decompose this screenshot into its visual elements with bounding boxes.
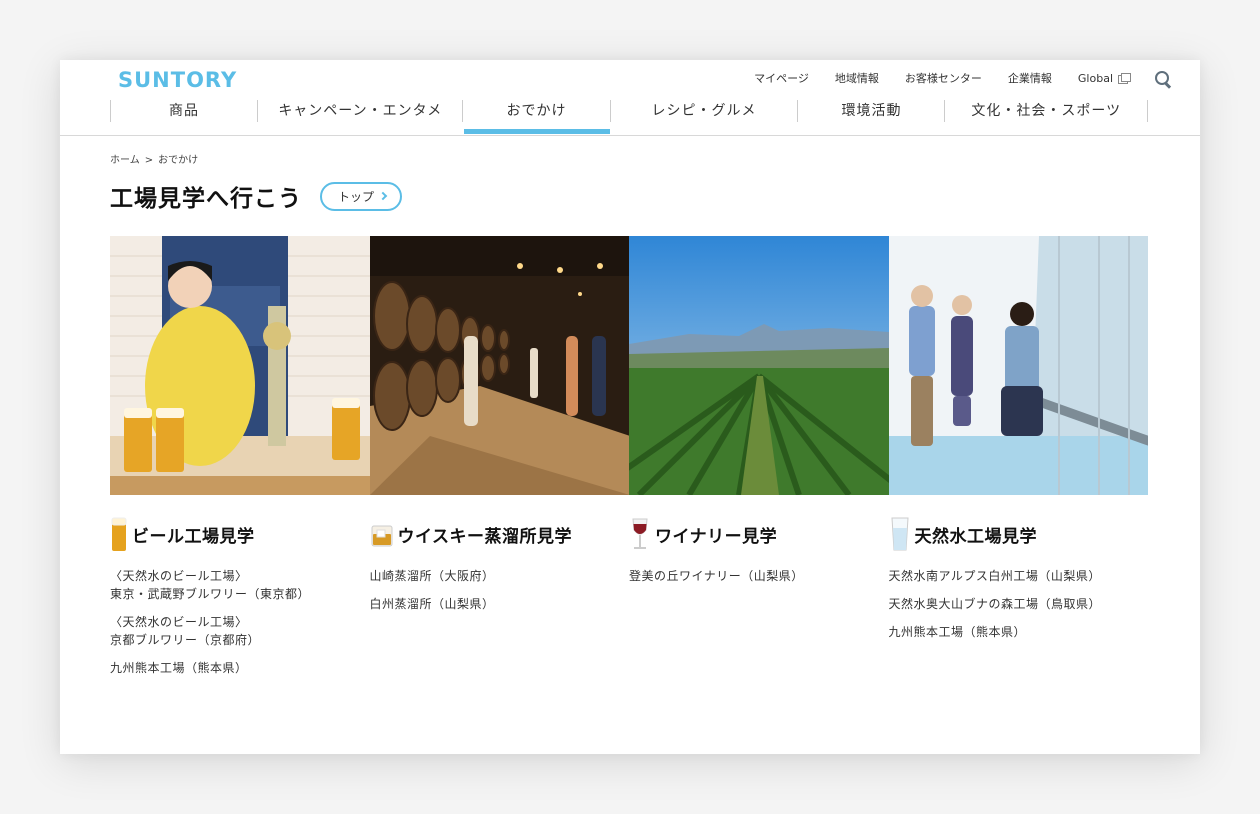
util-link-region[interactable]: 地域情報 (835, 72, 879, 86)
card-beer-links: 〈天然水のビール工場〉 東京・武蔵野ブルワリー（東京都） 〈天然水のビール工場〉… (110, 567, 370, 677)
link-kyoto-brewery[interactable]: 〈天然水のビール工場〉 京都ブルワリー（京都府） (110, 613, 370, 649)
card-beer: ビール工場見学 〈天然水のビール工場〉 東京・武蔵野ブルワリー（東京都） 〈天然… (110, 236, 370, 687)
nav-item-campaign[interactable]: キャンペーン・エンタメ (257, 100, 462, 122)
top-button-label: トップ (338, 189, 375, 204)
link-line: 九州熊本工場（熊本県） (110, 661, 248, 675)
water-glass-icon (889, 516, 911, 552)
factory-tour-cards: ビール工場見学 〈天然水のビール工場〉 東京・武蔵野ブルワリー（東京都） 〈天然… (110, 236, 1148, 687)
link-line: 九州熊本工場（熊本県） (888, 625, 1027, 639)
breadcrumb-home[interactable]: ホーム (110, 155, 140, 166)
page-title: 工場見学へ行こう (110, 186, 302, 212)
link-line: 京都ブルワリー（京都府） (110, 633, 261, 647)
link-hakushu-distillery[interactable]: 白州蒸溜所（山梨県） (370, 595, 630, 613)
wine-glass-icon (629, 516, 651, 552)
beer-factory-photo[interactable] (110, 236, 370, 495)
chevron-right-icon (378, 191, 388, 201)
whisky-glass-icon (370, 516, 394, 552)
card-beer-title: ビール工場見学 (132, 526, 255, 547)
link-line: 東京・武蔵野ブルワリー（東京都） (110, 587, 311, 601)
util-link-corporate[interactable]: 企業情報 (1008, 72, 1052, 86)
util-link-mypage[interactable]: マイページ (754, 72, 809, 86)
card-winery-links: 登美の丘ワイナリー（山梨県） (629, 567, 889, 585)
link-yamazaki-distillery[interactable]: 山崎蒸溜所（大阪府） (370, 567, 630, 585)
link-musashino-brewery[interactable]: 〈天然水のビール工場〉 東京・武蔵野ブルワリー（東京都） (110, 567, 370, 603)
link-line: 白州蒸溜所（山梨県） (369, 597, 495, 611)
whisky-distillery-photo[interactable] (369, 236, 629, 495)
link-line: 山崎蒸溜所（大阪府） (369, 569, 495, 583)
site-header: SUNTORY マイページ 地域情報 お客様センター 企業情報 Global 商… (60, 60, 1200, 136)
nav-item-environment[interactable]: 環境活動 (797, 100, 944, 122)
suntory-logo[interactable]: SUNTORY (118, 68, 237, 92)
card-water-title: 天然水工場見学 (914, 526, 1037, 547)
link-minami-alps-factory[interactable]: 天然水南アルプス白州工場（山梨県） (889, 567, 1149, 585)
water-factory-photo[interactable] (888, 236, 1148, 495)
card-whisky-links: 山崎蒸溜所（大阪府） 白州蒸溜所（山梨県） (370, 567, 630, 613)
card-whisky: ウイスキー蒸溜所見学 山崎蒸溜所（大阪府） 白州蒸溜所（山梨県） (369, 236, 630, 687)
nav-item-recipe[interactable]: レシピ・グルメ (609, 100, 798, 122)
breadcrumb-separator: > (144, 155, 154, 166)
link-line: 〈天然水のビール工場〉 (110, 615, 248, 629)
link-kumamoto-factory[interactable]: 九州熊本工場（熊本県） (110, 659, 370, 677)
top-button[interactable]: トップ (320, 181, 403, 211)
winery-vineyard-photo[interactable] (629, 236, 889, 495)
link-tominooka-winery[interactable]: 登美の丘ワイナリー（山梨県） (629, 567, 889, 585)
link-line: 天然水奥大山ブナの森工場（鳥取県） (888, 597, 1102, 611)
browser-page: SUNTORY マイページ 地域情報 お客様センター 企業情報 Global 商… (60, 60, 1200, 754)
global-label: Global (1077, 72, 1113, 85)
card-whisky-heading: ウイスキー蒸溜所見学 (370, 515, 630, 553)
card-beer-heading: ビール工場見学 (110, 515, 370, 553)
card-winery-heading: ワイナリー見学 (629, 515, 889, 553)
link-line: 〈天然水のビール工場〉 (110, 569, 248, 583)
main-nav: 商品 キャンペーン・エンタメ おでかけ レシピ・グルメ 環境活動 文化・社会・ス… (110, 100, 1148, 136)
util-link-customer-center[interactable]: お客様センター (905, 72, 982, 86)
link-okudaisen-factory[interactable]: 天然水奥大山ブナの森工場（鳥取県） (889, 595, 1149, 613)
card-whisky-title: ウイスキー蒸溜所見学 (397, 526, 572, 547)
title-row: 工場見学へ行こう トップ (110, 179, 403, 213)
link-line: 登美の丘ワイナリー（山梨県） (629, 569, 804, 583)
card-water: 天然水工場見学 天然水南アルプス白州工場（山梨県） 天然水奥大山ブナの森工場（鳥… (888, 236, 1149, 687)
util-link-global[interactable]: Global (1077, 72, 1131, 86)
nav-item-culture[interactable]: 文化・社会・スポーツ (944, 100, 1148, 122)
card-winery-title: ワイナリー見学 (655, 526, 778, 547)
breadcrumb-current: おでかけ (158, 155, 199, 166)
nav-item-odekake[interactable]: おでかけ (462, 100, 610, 134)
nav-item-products[interactable]: 商品 (110, 100, 257, 122)
link-kyushu-kumamoto-factory[interactable]: 九州熊本工場（熊本県） (889, 623, 1149, 641)
card-water-links: 天然水南アルプス白州工場（山梨県） 天然水奥大山ブナの森工場（鳥取県） 九州熊本… (889, 567, 1149, 641)
beer-glass-icon (110, 516, 128, 552)
card-winery: ワイナリー見学 登美の丘ワイナリー（山梨県） (629, 236, 889, 687)
breadcrumb: ホーム > おでかけ (110, 151, 198, 166)
search-icon[interactable] (1154, 70, 1172, 88)
external-link-icon (1118, 72, 1131, 84)
link-line: 天然水南アルプス白州工場（山梨県） (888, 569, 1101, 583)
utility-nav: マイページ 地域情報 お客様センター 企業情報 Global (728, 70, 1172, 88)
card-water-heading: 天然水工場見学 (889, 515, 1149, 553)
